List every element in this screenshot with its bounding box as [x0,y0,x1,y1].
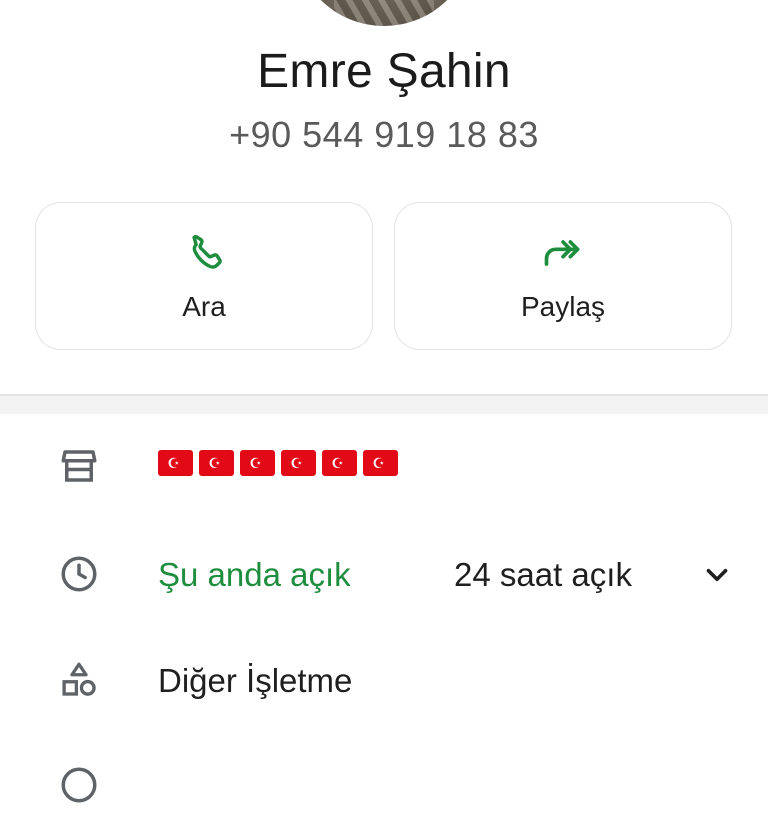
turkey-flag: ☪ [199,450,234,476]
turkey-flag: ☪ [281,450,316,476]
call-button[interactable]: Ara [35,202,373,350]
forward-arrows-icon [544,240,580,266]
section-divider [0,394,768,414]
chevron-down-icon[interactable] [700,558,734,592]
call-button-label: Ara [182,291,226,322]
turkey-flag: ☪ [322,450,357,476]
contact-name: Emre Şahin [257,45,511,98]
turkey-flag: ☪ [158,450,193,476]
turkey-flag: ☪ [240,450,275,476]
storefront-icon [61,450,97,482]
shapes-icon [62,662,96,696]
business-category-row: Diğer İşletme [0,650,768,710]
phone-icon [192,234,222,269]
turkey-flag: ☪ [363,450,398,476]
share-button[interactable]: Paylaş [394,202,732,350]
info-icon [61,767,97,803]
hours-summary: 24 saat açık [454,556,632,593]
business-name-flags: ☪ ☪ ☪ ☪ ☪ ☪ [158,450,398,476]
open-status: Şu anda açık [158,556,351,593]
partial-row [0,755,768,815]
business-name-row: ☪ ☪ ☪ ☪ ☪ ☪ [0,436,768,496]
business-category: Diğer İşletme [158,662,353,699]
share-button-label: Paylaş [520,291,606,322]
contact-phone[interactable]: +90 544 919 18 83 [0,114,768,156]
clock-icon [61,556,97,592]
contact-avatar[interactable] [294,0,474,26]
business-hours-row[interactable]: Şu anda açık 24 saat açık [0,544,768,604]
